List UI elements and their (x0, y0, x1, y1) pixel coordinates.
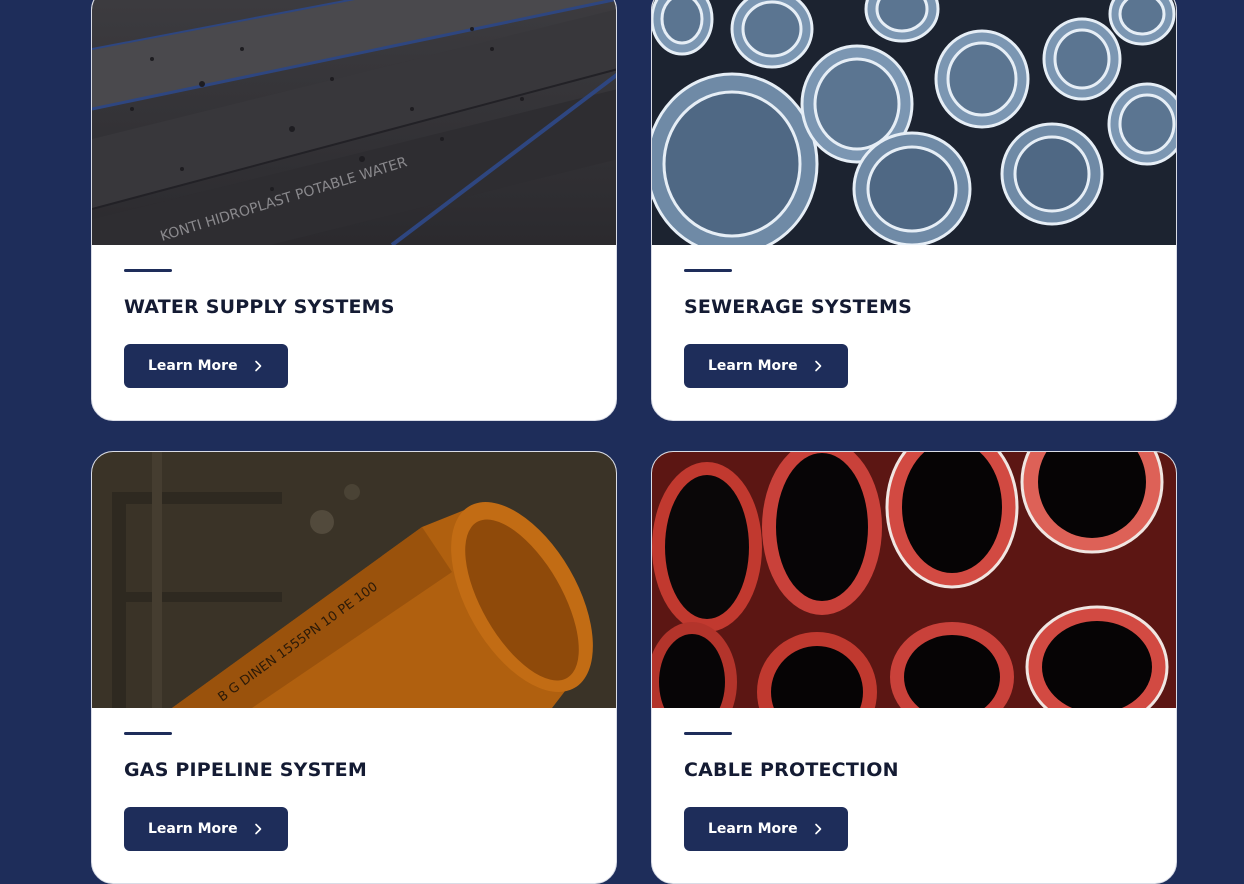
product-card-water-supply[interactable]: KONTI HIDROPLAST POTABLE WATER WATER SUP… (91, 0, 617, 421)
learn-more-label: Learn More (708, 358, 798, 374)
accent-bar (684, 732, 732, 735)
chevron-right-icon (252, 823, 264, 835)
card-title: SEWERAGE SYSTEMS (684, 296, 912, 318)
chevron-right-icon (252, 360, 264, 372)
product-grid: KONTI HIDROPLAST POTABLE WATER WATER SUP… (0, 0, 1244, 884)
gas-pipe-image: B G DINEN 1555PN 10 PE 100 (92, 452, 616, 708)
learn-more-button[interactable]: Learn More (684, 344, 848, 388)
card-title: WATER SUPPLY SYSTEMS (124, 296, 395, 318)
learn-more-label: Learn More (148, 358, 238, 374)
cable-conduits-image (652, 452, 1176, 708)
card-title: CABLE PROTECTION (684, 759, 899, 781)
product-card-sewerage[interactable]: SEWERAGE SYSTEMS Learn More (651, 0, 1177, 421)
learn-more-button[interactable]: Learn More (124, 807, 288, 851)
product-card-gas-pipeline[interactable]: B G DINEN 1555PN 10 PE 100 GAS PIPELINE … (91, 451, 617, 884)
learn-more-label: Learn More (708, 821, 798, 837)
accent-bar (124, 732, 172, 735)
learn-more-button[interactable]: Learn More (124, 344, 288, 388)
product-card-cable-protection[interactable]: CABLE PROTECTION Learn More (651, 451, 1177, 884)
water-supply-pipes-image: KONTI HIDROPLAST POTABLE WATER (92, 0, 616, 245)
sewerage-pipes-image (652, 0, 1176, 245)
chevron-right-icon (812, 823, 824, 835)
chevron-right-icon (812, 360, 824, 372)
card-title: GAS PIPELINE SYSTEM (124, 759, 367, 781)
learn-more-label: Learn More (148, 821, 238, 837)
accent-bar (124, 269, 172, 272)
learn-more-button[interactable]: Learn More (684, 807, 848, 851)
accent-bar (684, 269, 732, 272)
